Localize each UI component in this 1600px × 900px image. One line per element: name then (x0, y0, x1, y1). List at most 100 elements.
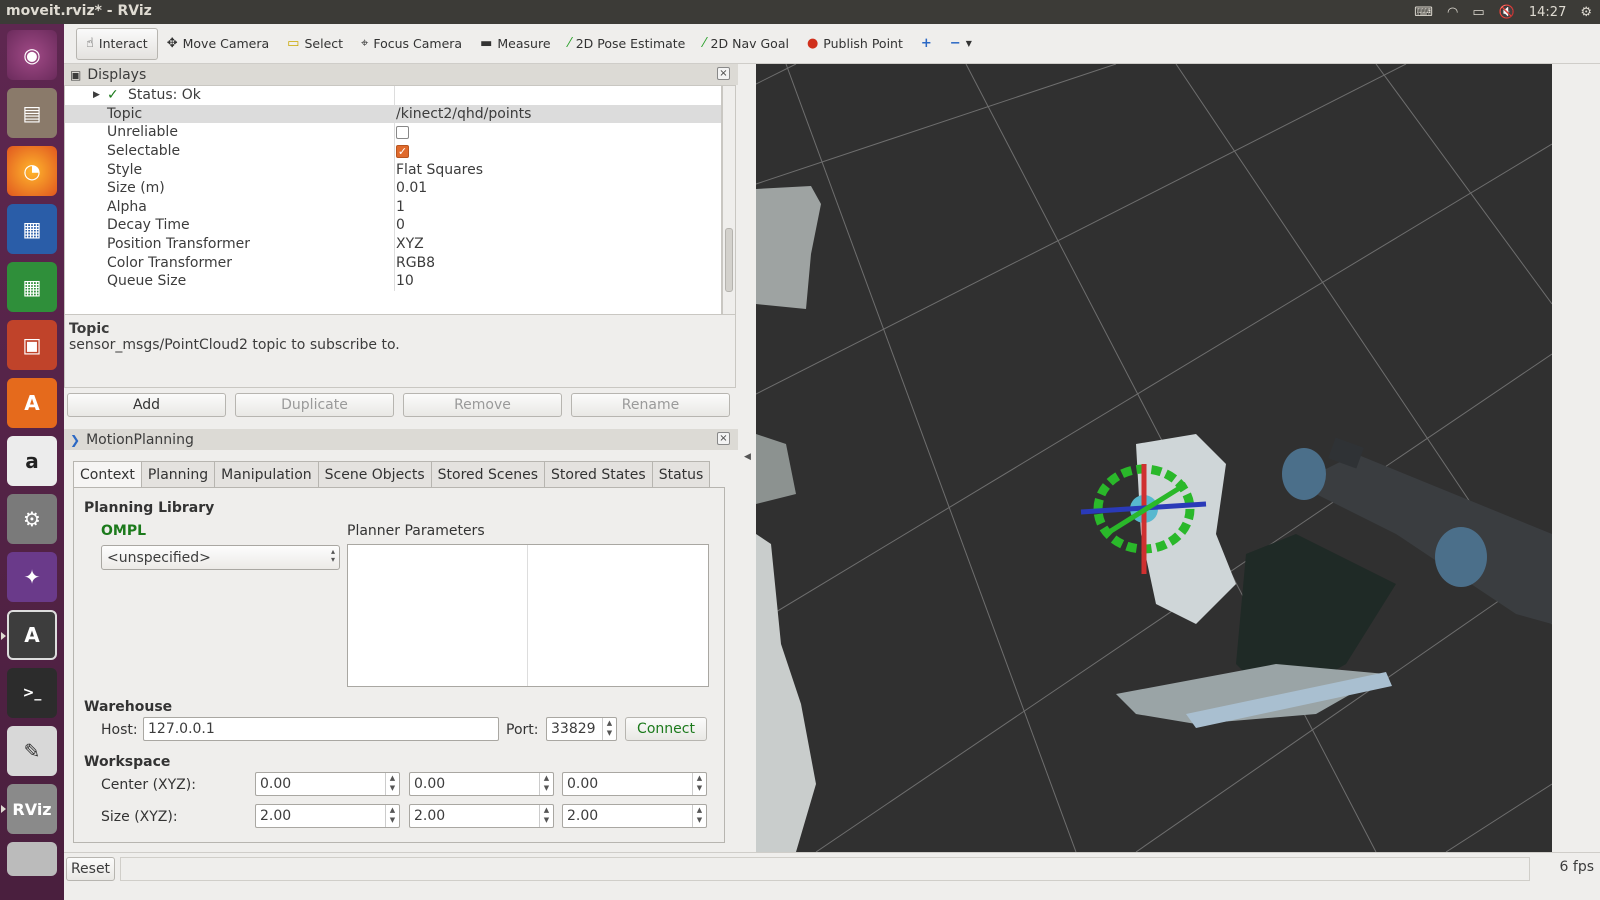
tab-status[interactable]: Status (651, 461, 711, 487)
writer-icon[interactable]: ▦ (7, 204, 57, 254)
tab-scene-objects[interactable]: Scene Objects (317, 461, 432, 487)
collapse-left-icon[interactable]: ◀ (744, 452, 751, 462)
add-tool-button[interactable]: + (912, 28, 941, 60)
firefox-icon[interactable]: ◔ (7, 146, 57, 196)
rviz-icon[interactable]: RViz (7, 784, 57, 834)
focus-camera-tool[interactable]: ⌖ Focus Camera (352, 28, 471, 60)
property-value[interactable]: /kinect2/qhd/points (396, 106, 531, 122)
nav-goal-tool[interactable]: ⁄ 2D Nav Goal (694, 28, 798, 60)
tab-stored-scenes[interactable]: Stored Scenes (430, 461, 545, 487)
port-spinbox[interactable]: 33829 ▲ ▼ (546, 717, 617, 741)
host-input[interactable]: 127.0.0.1 (143, 717, 499, 741)
status-row[interactable]: ▶ ✓ Status: Ok (65, 86, 721, 105)
property-row[interactable]: Color Transformer RGB8 (65, 253, 721, 272)
property-row[interactable]: Position Transformer XYZ (65, 234, 721, 254)
center-y-spinbox[interactable]: 0.00 ▲ ▼ (409, 772, 554, 796)
select-tool[interactable]: ▭ Select (278, 28, 352, 60)
calc-icon[interactable]: ▦ (7, 262, 57, 312)
drive-icon[interactable] (7, 842, 57, 876)
ubuntu-dash-icon[interactable]: ◉ (7, 30, 57, 80)
property-row[interactable]: Queue Size 10 (65, 271, 721, 291)
keyboard-icon[interactable]: ⌨ (1414, 5, 1433, 20)
center-z-spinbox[interactable]: 0.00 ▲ ▼ (562, 772, 707, 796)
system-settings-icon[interactable]: ⚙ (7, 494, 57, 544)
size-z-value: 2.00 (567, 808, 599, 824)
duplicate-button[interactable]: Duplicate (235, 393, 394, 417)
battery-icon[interactable]: ▭ (1472, 5, 1484, 20)
property-value[interactable]: XYZ (396, 236, 424, 252)
tab-stored-states[interactable]: Stored States (544, 461, 653, 487)
remove-tool-button[interactable]: − ▼ (941, 28, 981, 60)
center-x-spinbox[interactable]: 0.00 ▲ ▼ (255, 772, 400, 796)
spin-arrows-icon[interactable]: ▲ ▼ (692, 805, 706, 827)
gear-icon[interactable]: ⚙ (1580, 5, 1592, 20)
property-row[interactable]: Decay Time 0 (65, 216, 721, 235)
move-camera-icon: ✥ (166, 36, 178, 51)
spin-arrows-icon[interactable]: ▲ ▼ (692, 773, 706, 795)
spin-arrows-icon[interactable]: ▲ ▼ (539, 773, 553, 795)
tab-manipulation[interactable]: Manipulation (214, 461, 319, 487)
scroll-thumb[interactable] (725, 228, 733, 292)
amazon-icon[interactable]: a (7, 436, 57, 486)
size-x-spinbox[interactable]: 2.00 ▲ ▼ (255, 804, 400, 828)
text-editor-icon[interactable]: ✎ (7, 726, 57, 776)
spin-arrows-icon[interactable]: ▲ ▼ (385, 805, 399, 827)
expand-arrow-icon[interactable]: ▶ (93, 90, 100, 100)
displays-title: Displays (87, 66, 147, 83)
3d-render-view[interactable] (756, 64, 1552, 852)
software-updater-icon[interactable]: A (7, 610, 57, 660)
close-motion-planning-button[interactable]: × (717, 432, 730, 445)
remove-button[interactable]: Remove (403, 393, 562, 417)
point-cloud-left (756, 534, 816, 852)
files-icon[interactable]: ▤ (7, 88, 57, 138)
interact-tool[interactable]: ☝ Interact (76, 27, 158, 60)
property-row[interactable]: Style Flat Squares (65, 160, 721, 179)
tab-planning[interactable]: Planning (140, 461, 216, 487)
spin-arrows-icon[interactable]: ▲ ▼ (539, 805, 553, 827)
connect-button[interactable]: Connect (625, 717, 707, 741)
reset-button[interactable]: Reset (66, 857, 115, 881)
motion-planning-title: MotionPlanning (86, 431, 194, 448)
right-dock-collapse[interactable] (1552, 64, 1568, 852)
select-label: Select (304, 36, 344, 51)
planner-params-table[interactable] (347, 544, 709, 687)
software-center-icon[interactable]: A (7, 378, 57, 428)
property-row[interactable]: Selectable ✓ (65, 141, 721, 161)
app-icon[interactable]: ✦ (7, 552, 57, 602)
property-row[interactable]: Unreliable (65, 123, 721, 142)
property-row[interactable]: Topic/kinect2/qhd/points (65, 104, 721, 124)
property-row[interactable]: Size (m) 0.01 (65, 178, 721, 198)
property-value[interactable]: RGB8 (396, 255, 435, 271)
measure-tool[interactable]: ▬ Measure (471, 28, 559, 60)
property-value[interactable]: 1 (396, 199, 405, 215)
motion-planning-header: ❯ MotionPlanning × (64, 429, 738, 450)
add-button[interactable]: Add (67, 393, 226, 417)
clock[interactable]: 14:27 (1529, 5, 1566, 20)
impress-icon[interactable]: ▣ (7, 320, 57, 370)
close-displays-button[interactable]: × (717, 67, 730, 80)
rename-button[interactable]: Rename (571, 393, 730, 417)
planner-select[interactable]: <unspecified> ▴ ▾ (101, 545, 340, 570)
property-row[interactable]: Alpha 1 (65, 197, 721, 217)
pose-estimate-tool[interactable]: ⁄ 2D Pose Estimate (560, 28, 695, 60)
property-key: Position Transformer (107, 236, 250, 253)
spin-arrows-icon[interactable]: ▲ ▼ (385, 773, 399, 795)
spin-arrows-icon[interactable]: ▲ ▼ (602, 718, 616, 740)
unreliable-checkbox[interactable] (396, 124, 409, 140)
dock-splitter[interactable]: ◀ (738, 64, 756, 852)
size-y-spinbox[interactable]: 2.00 ▲ ▼ (409, 804, 554, 828)
sound-muted-icon[interactable]: 🔇 (1499, 5, 1515, 20)
terminal-icon[interactable]: >_ (7, 668, 57, 718)
selectable-checkbox[interactable]: ✓ (396, 143, 409, 159)
size-z-spinbox[interactable]: 2.00 ▲ ▼ (562, 804, 707, 828)
move-camera-tool[interactable]: ✥ Move Camera (158, 28, 278, 60)
wifi-icon[interactable]: ◠ (1447, 5, 1458, 20)
property-value[interactable]: 10 (396, 273, 414, 289)
tab-context[interactable]: Context (73, 461, 142, 488)
publish-point-tool[interactable]: ● Publish Point (798, 28, 912, 60)
toolbar: ☝ Interact ✥ Move Camera ▭ Select ⌖ Focus Ca… (64, 24, 1600, 64)
property-value[interactable]: Flat Squares (396, 162, 483, 178)
property-value[interactable]: 0 (396, 217, 405, 233)
port-value: 33829 (551, 721, 596, 737)
property-value[interactable]: 0.01 (396, 180, 427, 196)
